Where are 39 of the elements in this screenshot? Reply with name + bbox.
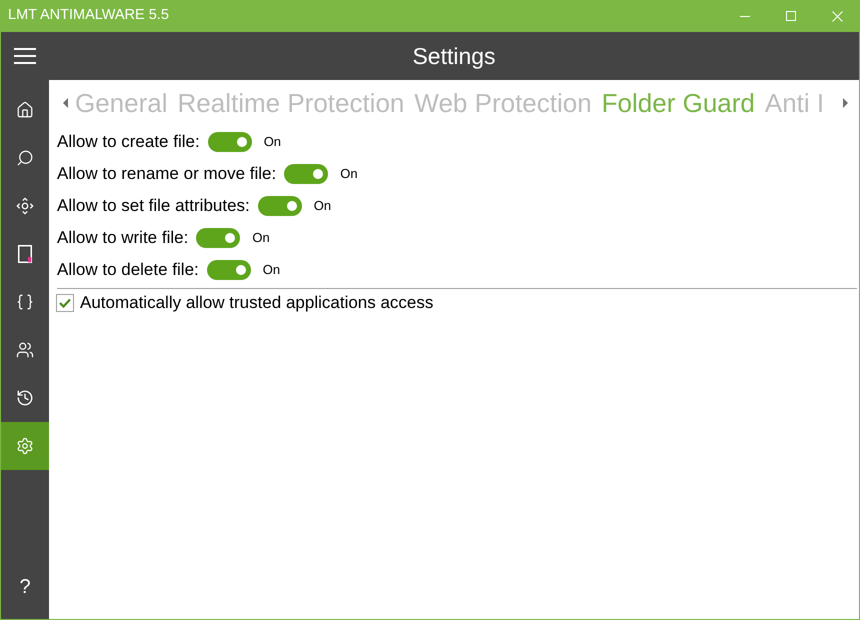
- target-icon: [16, 197, 34, 215]
- toggle-state: On: [262, 261, 280, 280]
- maximize-icon: [786, 11, 796, 21]
- toggle-switch[interactable]: [258, 196, 302, 216]
- search-icon: [16, 149, 34, 167]
- history-icon: [16, 389, 34, 407]
- toggle-label: Allow to write file:: [57, 227, 188, 250]
- toggle-label: Allow to create file:: [57, 131, 200, 154]
- tab[interactable]: General: [75, 90, 168, 116]
- toggle-state: On: [264, 133, 282, 152]
- toggle-state: On: [252, 229, 270, 248]
- toggle-switch[interactable]: [208, 132, 252, 152]
- checkbox[interactable]: [56, 294, 74, 312]
- tab[interactable]: Realtime Protection: [178, 90, 404, 116]
- toggle-label: Allow to set file attributes:: [57, 195, 250, 218]
- toggle-state: On: [340, 165, 358, 184]
- settings-icon: [16, 437, 34, 455]
- users-icon: [16, 341, 34, 359]
- check-icon: [59, 298, 71, 308]
- window-title: LMT ANTIMALWARE 5.5: [7, 6, 170, 26]
- toggle-label: Allow to rename or move file:: [57, 163, 276, 186]
- tab[interactable]: Web Protection: [414, 90, 592, 116]
- toggle-switch[interactable]: [196, 228, 240, 248]
- braces-icon: [16, 293, 34, 311]
- right-triangle-icon: [842, 98, 848, 108]
- help-button[interactable]: ?: [1, 563, 49, 611]
- checkbox-label: Automatically allow trusted applications access: [80, 292, 434, 314]
- left-triangle-icon: [62, 98, 68, 108]
- page-title: Settings: [412, 42, 496, 71]
- toggle-label: Allow to delete file:: [57, 259, 199, 282]
- menu-icon: [14, 48, 36, 64]
- home-icon: [16, 101, 34, 119]
- toggle-switch[interactable]: [206, 260, 251, 280]
- close-icon: [832, 10, 842, 22]
- toggle-state: On: [314, 197, 332, 216]
- tab[interactable]: Folder Guard: [602, 90, 755, 116]
- tab[interactable]: Anti I: [764, 90, 824, 116]
- toggle-switch[interactable]: [284, 164, 328, 184]
- document-icon: [18, 245, 32, 263]
